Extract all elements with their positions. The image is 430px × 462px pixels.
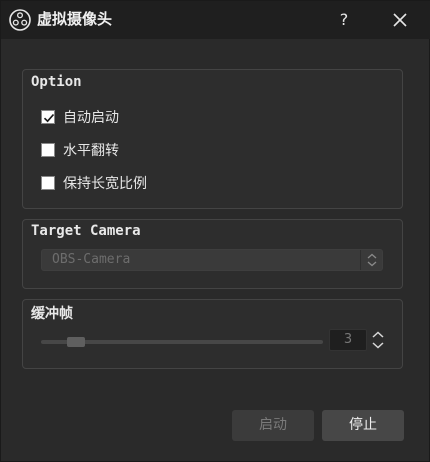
spin-up-down-icon[interactable] bbox=[369, 329, 387, 351]
horizontal-flip-label: 水平翻转 bbox=[63, 143, 119, 159]
buffer-frames-group: 缓冲帧 3 bbox=[22, 299, 403, 369]
target-camera-group-title: Target Camera bbox=[31, 223, 141, 239]
target-camera-selected-value: OBS-Camera bbox=[52, 252, 131, 267]
obs-logo-icon bbox=[9, 9, 31, 31]
start-button[interactable]: 启动 bbox=[232, 410, 314, 441]
horizontal-flip-checkbox[interactable]: 水平翻转 bbox=[41, 140, 119, 160]
keep-aspect-ratio-checkbox[interactable]: 保持长宽比例 bbox=[41, 173, 147, 193]
checkmark-icon bbox=[43, 113, 55, 123]
close-button[interactable] bbox=[385, 5, 415, 35]
auto-start-checkbox[interactable]: 自动启动 bbox=[41, 107, 119, 127]
option-group: Option 自动启动 水平翻转 保持长宽比例 bbox=[22, 69, 403, 209]
target-camera-select[interactable]: OBS-Camera bbox=[41, 249, 383, 271]
checkbox-unchecked[interactable] bbox=[41, 143, 55, 157]
close-icon bbox=[393, 13, 407, 27]
title-bar[interactable]: 虚拟摄像头 ? bbox=[1, 1, 430, 39]
stop-button[interactable]: 停止 bbox=[322, 410, 404, 441]
buffer-frames-value[interactable]: 3 bbox=[329, 329, 367, 351]
help-button[interactable]: ? bbox=[331, 5, 357, 35]
chevron-up-down-icon bbox=[360, 250, 382, 270]
auto-start-label: 自动启动 bbox=[63, 110, 119, 126]
window-title: 虚拟摄像头 bbox=[37, 10, 113, 28]
target-camera-group: Target Camera OBS-Camera bbox=[22, 219, 403, 289]
checkbox-unchecked[interactable] bbox=[41, 176, 55, 190]
buffer-frames-spinbox[interactable]: 3 bbox=[329, 329, 387, 351]
checkbox-checked[interactable] bbox=[41, 110, 55, 124]
buffer-frames-group-title: 缓冲帧 bbox=[31, 306, 73, 322]
slider-handle[interactable] bbox=[67, 337, 85, 347]
virtual-camera-dialog: 虚拟摄像头 ? Option 自动启动 水平翻转 保持长宽比例 Target C… bbox=[0, 0, 430, 462]
buffer-frames-slider[interactable] bbox=[41, 337, 323, 347]
option-group-title: Option bbox=[31, 74, 82, 90]
keep-aspect-ratio-label: 保持长宽比例 bbox=[63, 176, 147, 192]
